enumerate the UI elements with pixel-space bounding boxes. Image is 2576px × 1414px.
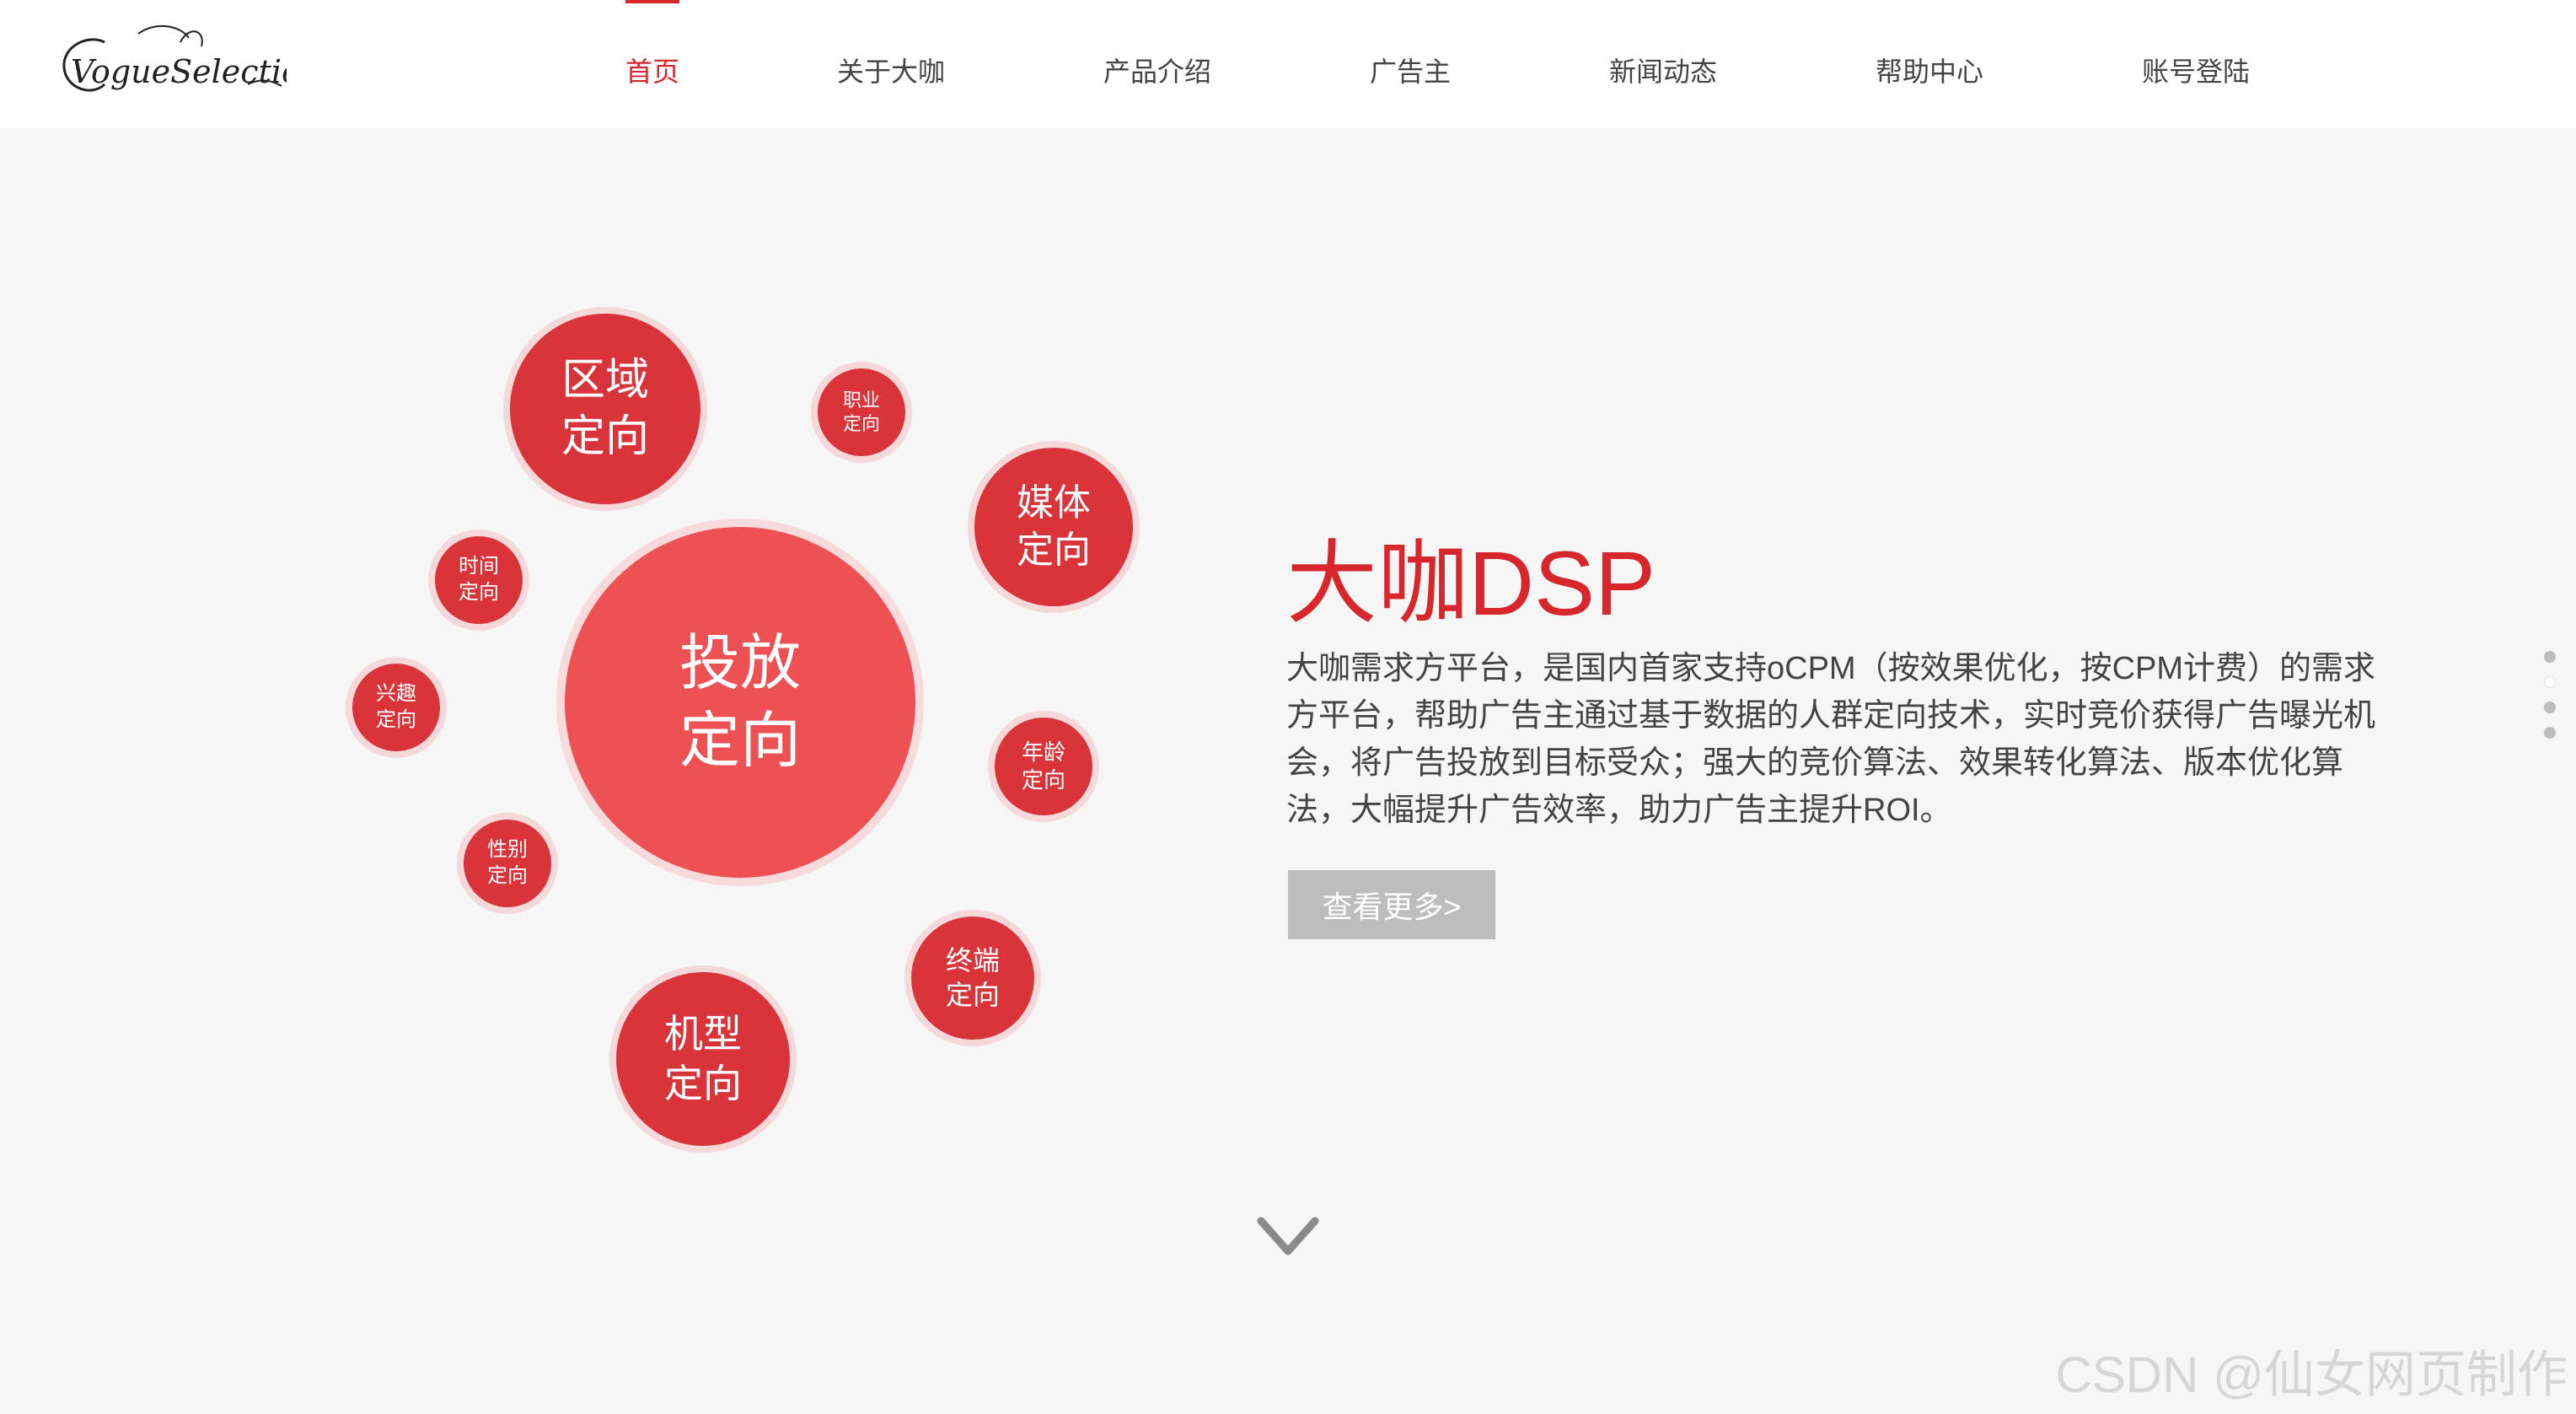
bubble-label-line1: 机型 bbox=[664, 1012, 742, 1056]
product-description: 大咖需求方平台，是国内首家支持oCPM（按效果优化，按CPM计费）的需求方平台，… bbox=[1286, 651, 2376, 828]
slide-dot[interactable] bbox=[2544, 702, 2556, 713]
bubble-label-line1: 投放 bbox=[679, 629, 801, 697]
bubble-label-line2: 定向 bbox=[459, 581, 499, 604]
bubble-label-line2: 定向 bbox=[679, 707, 801, 775]
bubble-label-line2: 定向 bbox=[487, 864, 528, 887]
nav-advertisers[interactable]: 广告主 bbox=[1370, 0, 1451, 128]
bubble-label-line2: 定向 bbox=[376, 708, 416, 731]
bubble-label-line2: 定向 bbox=[1021, 767, 1065, 793]
slide-dot[interactable] bbox=[2544, 727, 2556, 739]
main-nav: 首页 关于大咖 产品介绍 广告主 新闻动态 帮助中心 账号登陆 bbox=[0, 0, 2576, 128]
slide-pagination bbox=[2544, 651, 2561, 752]
watermark: CSDN @仙女网页制作 bbox=[2055, 1347, 2568, 1403]
bubble-label-line2: 定向 bbox=[842, 413, 880, 434]
chevron-down-icon[interactable] bbox=[1254, 1214, 1322, 1261]
slide-dot-active[interactable] bbox=[2544, 676, 2556, 688]
nav-login[interactable]: 账号登陆 bbox=[2142, 0, 2250, 128]
bubble-label-line1: 时间 bbox=[459, 555, 499, 578]
view-more-button[interactable]: 查看更多> bbox=[1288, 870, 1495, 939]
bubble-label-line1: 区域 bbox=[561, 356, 649, 406]
bubble-model: 机型 定向 bbox=[616, 972, 790, 1146]
bubble-age: 年龄 定向 bbox=[995, 718, 1092, 815]
bubble-terminal: 终端 定向 bbox=[911, 917, 1034, 1040]
bubble-media: 媒体 定向 bbox=[974, 448, 1133, 606]
bubble-label-line2: 定向 bbox=[561, 412, 649, 461]
bubble-label-line2: 定向 bbox=[664, 1062, 742, 1105]
bubble-label-line2: 定向 bbox=[1017, 530, 1091, 571]
bubble-label-line1: 媒体 bbox=[1017, 481, 1091, 524]
nav-help[interactable]: 帮助中心 bbox=[1876, 0, 1983, 128]
slide-dot[interactable] bbox=[2544, 651, 2556, 663]
bubble-label-line1: 职业 bbox=[842, 389, 880, 411]
nav-about[interactable]: 关于大咖 bbox=[837, 0, 945, 128]
bubble-gender: 性别 定向 bbox=[464, 820, 551, 907]
product-title: 大咖DSP bbox=[1286, 532, 1656, 634]
bubble-occupation: 职业 定向 bbox=[818, 368, 905, 456]
bubble-label-line1: 年龄 bbox=[1021, 739, 1065, 765]
bubble-region: 区域 定向 bbox=[510, 314, 700, 504]
site-header: VogueSelection 首页 关于大咖 产品介绍 广告主 新闻动态 帮助中… bbox=[0, 0, 2576, 128]
bubble-targeting-center: 投放 定向 bbox=[565, 527, 915, 878]
bubble-time: 时间 定向 bbox=[435, 536, 523, 624]
bubble-label-line1: 兴趣 bbox=[376, 682, 416, 706]
bubble-label-line1: 终端 bbox=[945, 945, 1000, 976]
bubble-label-line2: 定向 bbox=[945, 980, 1000, 1010]
bubble-interest: 兴趣 定向 bbox=[352, 664, 440, 751]
bubble-label-line1: 性别 bbox=[487, 838, 528, 862]
nav-home[interactable]: 首页 bbox=[625, 0, 680, 128]
nav-news[interactable]: 新闻动态 bbox=[1609, 0, 1717, 128]
nav-products[interactable]: 产品介绍 bbox=[1103, 0, 1211, 128]
